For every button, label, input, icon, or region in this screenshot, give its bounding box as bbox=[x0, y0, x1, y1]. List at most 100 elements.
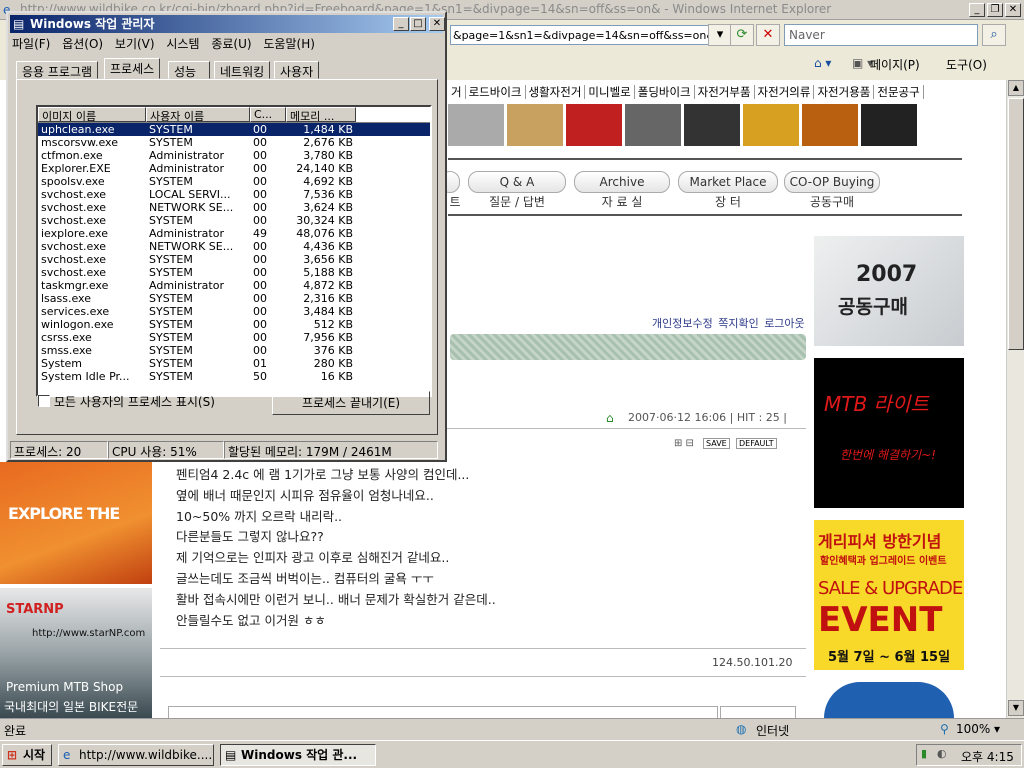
save-button[interactable]: SAVE bbox=[703, 438, 730, 449]
process-row[interactable]: svchost.exe SYSTEM 00 5,188 KB bbox=[38, 266, 430, 279]
process-row[interactable]: mscorsvw.exe SYSTEM 00 2,676 KB bbox=[38, 136, 430, 149]
bottom-banner[interactable] bbox=[824, 682, 954, 718]
event-banner[interactable]: 게리피셔 방한기념 할인혜택과 업그레이드 이벤트 SALE & UPGRADE… bbox=[814, 520, 964, 670]
restore-icon[interactable]: ❐ bbox=[987, 3, 1003, 17]
tab-processes[interactable]: 프로세스 bbox=[104, 58, 161, 79]
maximize-icon[interactable]: □ bbox=[410, 17, 426, 31]
user-links[interactable]: 개인정보수정 쪽지확인 로그아웃 bbox=[652, 315, 805, 331]
category-image[interactable] bbox=[861, 104, 917, 146]
process-row[interactable]: services.exe SYSTEM 00 3,484 KB bbox=[38, 305, 430, 318]
category-image[interactable] bbox=[448, 104, 504, 146]
end-process-button[interactable]: 프로세스 끝내기(E) bbox=[272, 391, 430, 415]
comment-input[interactable] bbox=[168, 706, 718, 718]
process-list[interactable]: 이미지 이름 사용자 이름 C... 메모리 ... uphclean.exe S… bbox=[36, 105, 432, 397]
menu-shutdown[interactable]: 시스템 종료(U) bbox=[166, 37, 251, 51]
category-image[interactable] bbox=[802, 104, 858, 146]
category-item[interactable]: 생활자전거 bbox=[525, 85, 586, 99]
category-item[interactable]: 로드바이크 bbox=[465, 85, 526, 99]
nav-archive[interactable]: Archive bbox=[574, 171, 670, 193]
scroll-up-icon[interactable]: ▲ bbox=[1008, 80, 1024, 96]
event-date: 5월 7일 ~ 6월 15일 bbox=[828, 650, 951, 665]
category-item[interactable]: 폴딩바이크 bbox=[634, 85, 695, 99]
page-menu[interactable]: 페이지(P) bbox=[870, 56, 920, 73]
start-button[interactable]: ⊞ 시작 bbox=[2, 744, 52, 766]
home-icon[interactable]: ⌂ bbox=[606, 411, 614, 425]
menu-file[interactable]: 파일(F) bbox=[12, 37, 50, 51]
process-row[interactable]: iexplore.exe Administrator 49 48,076 KB bbox=[38, 227, 430, 240]
default-button[interactable]: DEFAULT bbox=[736, 438, 777, 449]
process-row[interactable]: uphclean.exe SYSTEM 00 1,484 KB bbox=[38, 123, 430, 136]
page-scrollbar[interactable]: ▲ ▼ bbox=[1006, 80, 1024, 718]
minimize-icon[interactable]: _ bbox=[393, 17, 409, 31]
category-item[interactable]: 전문공구 bbox=[874, 85, 924, 99]
category-image[interactable] bbox=[507, 104, 563, 146]
scroll-down-icon[interactable]: ▼ bbox=[1008, 700, 1024, 716]
process-row[interactable]: svchost.exe SYSTEM 00 30,324 KB bbox=[38, 214, 430, 227]
tools-menu[interactable]: 도구(O) bbox=[946, 56, 987, 73]
process-row[interactable]: lsass.exe SYSTEM 00 2,316 KB bbox=[38, 292, 430, 305]
coop-banner[interactable]: 2007 공동구매 bbox=[814, 236, 964, 346]
volume-tray-icon[interactable]: ◐ bbox=[937, 747, 947, 760]
process-row[interactable]: svchost.exe NETWORK SE... 00 4,436 KB bbox=[38, 240, 430, 253]
col-user-name[interactable]: 사용자 이름 bbox=[146, 107, 250, 122]
nav-market[interactable]: Market Place bbox=[678, 171, 778, 193]
tab-performance[interactable]: 성능 bbox=[168, 61, 210, 79]
home-icon[interactable]: ⌂ ▾ bbox=[814, 56, 831, 70]
mtb-light-banner[interactable]: MTB 라이트 한번에 해결하기~! bbox=[814, 358, 964, 508]
zoom-level[interactable]: 100% bbox=[956, 722, 990, 736]
process-row[interactable]: svchost.exe SYSTEM 00 3,656 KB bbox=[38, 253, 430, 266]
search-icon[interactable]: ⌕ bbox=[982, 24, 1006, 46]
show-all-checkbox[interactable] bbox=[38, 395, 50, 407]
tab-users[interactable]: 사용자 bbox=[274, 61, 320, 79]
address-dropdown-icon[interactable]: ▾ bbox=[708, 24, 732, 46]
cpu-tray-icon[interactable]: ▮ bbox=[921, 747, 927, 760]
menu-options[interactable]: 옵션(O) bbox=[62, 37, 103, 51]
process-row[interactable]: svchost.exe LOCAL SERVI... 00 7,536 KB bbox=[38, 188, 430, 201]
process-row[interactable]: smss.exe SYSTEM 00 376 KB bbox=[38, 344, 430, 357]
close-icon[interactable]: ✕ bbox=[1005, 3, 1021, 17]
minimize-icon[interactable]: _ bbox=[969, 3, 985, 17]
nav-qa[interactable]: Q & A bbox=[468, 171, 566, 193]
zoom-dropdown-icon[interactable]: ▾ bbox=[994, 722, 1000, 736]
category-item[interactable]: 거 bbox=[448, 85, 466, 99]
stop-icon[interactable]: ✕ bbox=[756, 24, 780, 46]
process-row[interactable]: taskmgr.exe Administrator 00 4,872 KB bbox=[38, 279, 430, 292]
search-input[interactable]: Naver bbox=[784, 24, 978, 46]
col-image-name[interactable]: 이미지 이름 bbox=[38, 107, 146, 122]
process-row[interactable]: System SYSTEM 01 280 KB bbox=[38, 357, 430, 370]
category-image[interactable] bbox=[684, 104, 740, 146]
scroll-thumb[interactable] bbox=[1008, 98, 1024, 350]
process-row[interactable]: System Idle Pr... SYSTEM 50 16 KB bbox=[38, 370, 430, 383]
category-image[interactable] bbox=[625, 104, 681, 146]
process-row[interactable]: csrss.exe SYSTEM 00 7,956 KB bbox=[38, 331, 430, 344]
comment-submit[interactable] bbox=[720, 706, 796, 718]
zoom-controls[interactable]: ⊞ ⊟ bbox=[674, 438, 694, 449]
process-row[interactable]: winlogon.exe SYSTEM 00 512 KB bbox=[38, 318, 430, 331]
process-row[interactable]: svchost.exe NETWORK SE... 00 3,624 KB bbox=[38, 201, 430, 214]
category-item[interactable]: 자전거의류 bbox=[754, 85, 815, 99]
close-icon[interactable]: ✕ bbox=[429, 17, 445, 31]
col-memory[interactable]: 메모리 ... bbox=[286, 107, 356, 122]
category-item[interactable]: 자전거부품 bbox=[694, 85, 755, 99]
task-ie[interactable]: e http://www.wildbike.... bbox=[58, 744, 214, 766]
zoom-icon[interactable]: ⚲ bbox=[940, 722, 949, 736]
process-row[interactable]: Explorer.EXE Administrator 00 24,140 KB bbox=[38, 162, 430, 175]
category-image[interactable] bbox=[566, 104, 622, 146]
starnp-banner[interactable]: STARNP http://www.starNP.com Premium MTB… bbox=[0, 588, 152, 718]
col-cpu[interactable]: C... bbox=[250, 107, 286, 122]
category-item[interactable]: 자전거용품 bbox=[814, 85, 875, 99]
category-item[interactable]: 미니벨로 bbox=[585, 85, 635, 99]
show-all-label[interactable]: 모든 사용자의 프로세스 표시(S) bbox=[54, 393, 215, 410]
tab-networking[interactable]: 네트워킹 bbox=[214, 61, 271, 79]
process-row[interactable]: ctfmon.exe Administrator 00 3,780 KB bbox=[38, 149, 430, 162]
task-taskmgr[interactable]: ▤ Windows 작업 관... bbox=[220, 744, 376, 766]
tab-applications[interactable]: 응용 프로그램 bbox=[16, 61, 99, 79]
menu-view[interactable]: 보기(V) bbox=[115, 37, 155, 51]
process-row[interactable]: spoolsv.exe SYSTEM 00 4,692 KB bbox=[38, 175, 430, 188]
menu-help[interactable]: 도움말(H) bbox=[263, 37, 315, 51]
category-image[interactable] bbox=[743, 104, 799, 146]
address-bar[interactable]: &page=1&sn1=&divpage=14&sn=off&ss=on&sc bbox=[450, 25, 720, 45]
nav-coop[interactable]: CO-OP Buying bbox=[784, 171, 880, 193]
refresh-icon[interactable]: ⟳ bbox=[730, 24, 754, 46]
explore-banner[interactable]: EXPLORE THE bbox=[0, 462, 152, 584]
